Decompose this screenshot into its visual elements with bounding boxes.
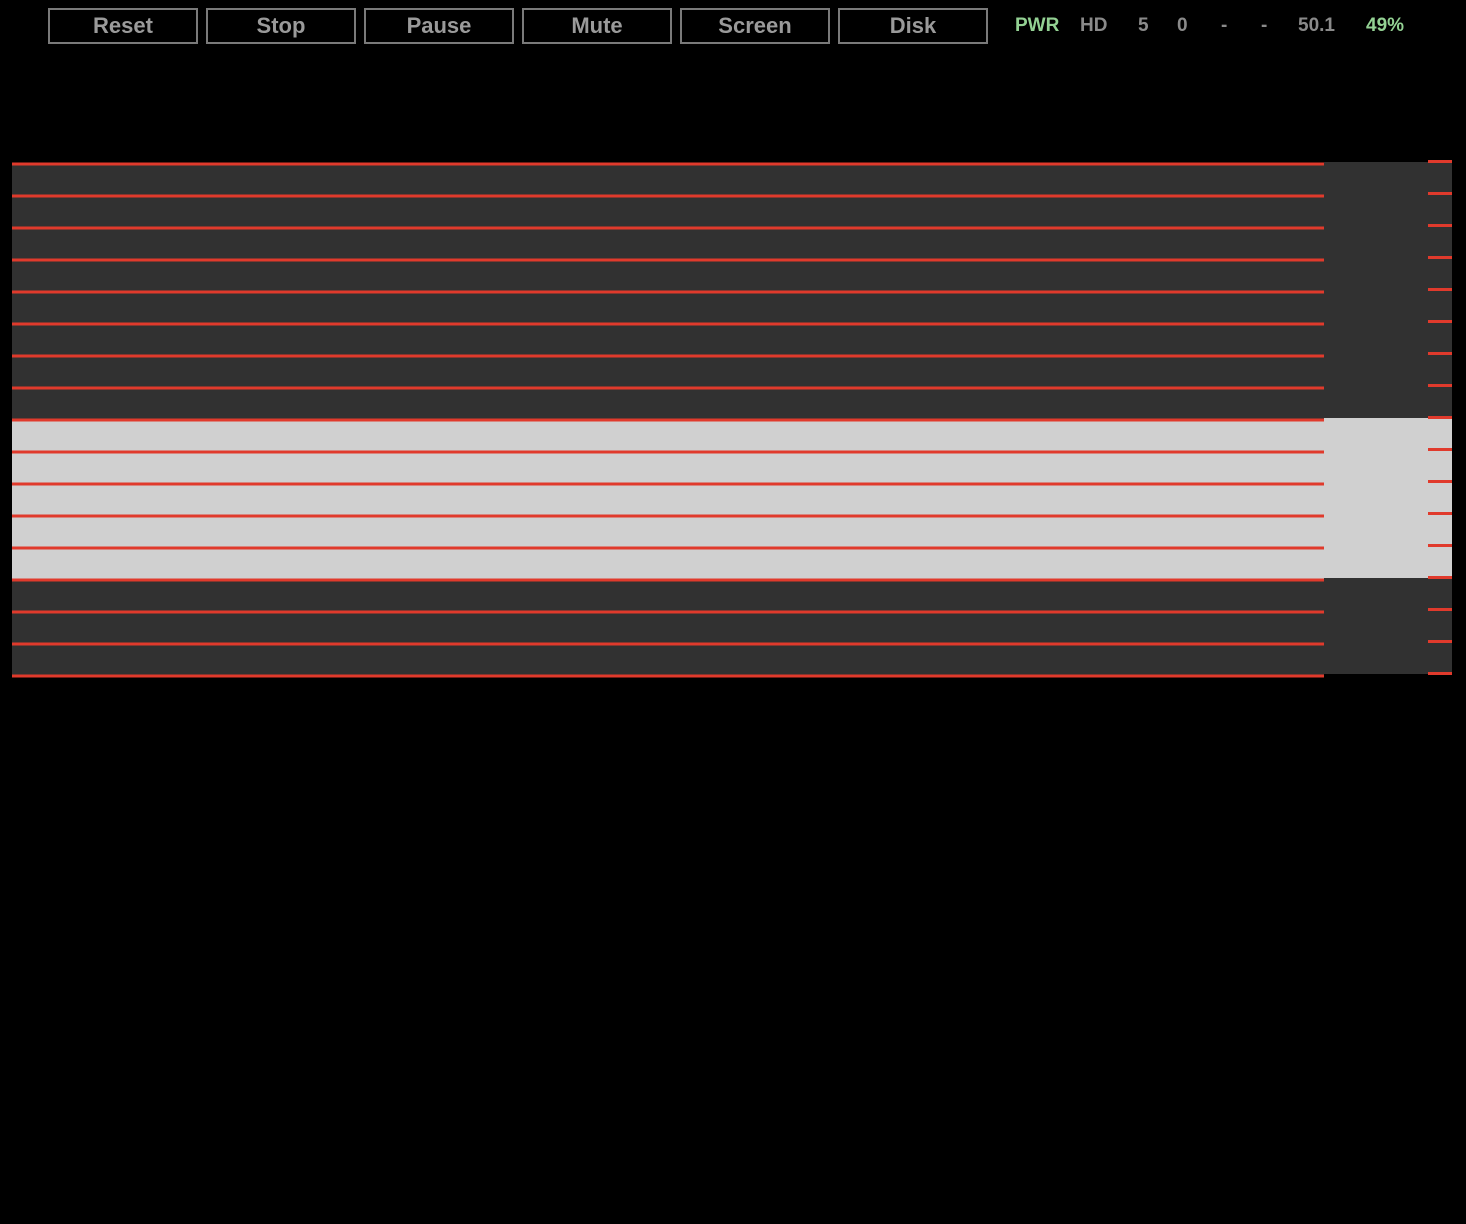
scan-tick-15 — [1428, 640, 1452, 643]
scan-line-2 — [12, 226, 1324, 230]
scan-line-1 — [12, 194, 1324, 198]
screen-button[interactable]: Screen — [680, 8, 830, 44]
screen-band-edge-2 — [1324, 578, 1452, 674]
percent-readout: 49% — [1366, 15, 1405, 36]
status-value-c: - — [1221, 15, 1228, 36]
scan-line-5 — [12, 322, 1324, 326]
scan-line-16 — [12, 674, 1324, 678]
scan-tick-1 — [1428, 192, 1452, 195]
mute-button[interactable]: Mute — [522, 8, 672, 44]
disk-button[interactable]: Disk — [838, 8, 988, 44]
scan-line-6 — [12, 354, 1324, 358]
emulator-screen[interactable] — [12, 160, 1452, 682]
screen-canvas — [12, 160, 1452, 678]
scan-line-3 — [12, 258, 1324, 262]
scan-line-0 — [12, 162, 1324, 166]
emulator-window: Reset Stop Pause Mute Screen Disk PWR HD… — [0, 0, 1466, 1224]
power-indicator: PWR — [1015, 15, 1060, 36]
scan-tick-3 — [1428, 256, 1452, 259]
reset-button[interactable]: Reset — [48, 8, 198, 44]
scan-tick-16 — [1428, 672, 1452, 675]
scan-line-11 — [12, 514, 1324, 518]
pause-button[interactable]: Pause — [364, 8, 514, 44]
scan-line-8 — [12, 418, 1324, 422]
scan-tick-10 — [1428, 480, 1452, 483]
status-value-d: - — [1261, 15, 1268, 36]
scan-tick-12 — [1428, 544, 1452, 547]
scan-tick-9 — [1428, 448, 1452, 451]
scan-tick-6 — [1428, 352, 1452, 355]
scan-tick-11 — [1428, 512, 1452, 515]
stop-button[interactable]: Stop — [206, 8, 356, 44]
scan-line-7 — [12, 386, 1324, 390]
scan-line-4 — [12, 290, 1324, 294]
scan-line-12 — [12, 546, 1324, 550]
control-toolbar: Reset Stop Pause Mute Screen Disk — [48, 8, 988, 44]
scan-tick-13 — [1428, 576, 1452, 579]
scan-tick-8 — [1428, 416, 1452, 419]
hd-indicator: HD — [1080, 15, 1108, 36]
scan-tick-2 — [1428, 224, 1452, 227]
scan-tick-5 — [1428, 320, 1452, 323]
scan-tick-0 — [1428, 160, 1452, 163]
speed-readout: 50.1 — [1298, 15, 1335, 36]
scan-line-10 — [12, 482, 1324, 486]
status-value-b: 0 — [1177, 15, 1188, 36]
screen-band-1 — [12, 420, 1324, 580]
scan-line-13 — [12, 578, 1324, 582]
scan-tick-14 — [1428, 608, 1452, 611]
scan-tick-7 — [1428, 384, 1452, 387]
screen-band-2 — [12, 580, 1324, 676]
screen-band-edge-1 — [1324, 418, 1452, 578]
scan-line-15 — [12, 642, 1324, 646]
scan-line-14 — [12, 610, 1324, 614]
status-value-a: 5 — [1138, 15, 1149, 36]
scan-tick-4 — [1428, 288, 1452, 291]
scan-line-9 — [12, 450, 1324, 454]
